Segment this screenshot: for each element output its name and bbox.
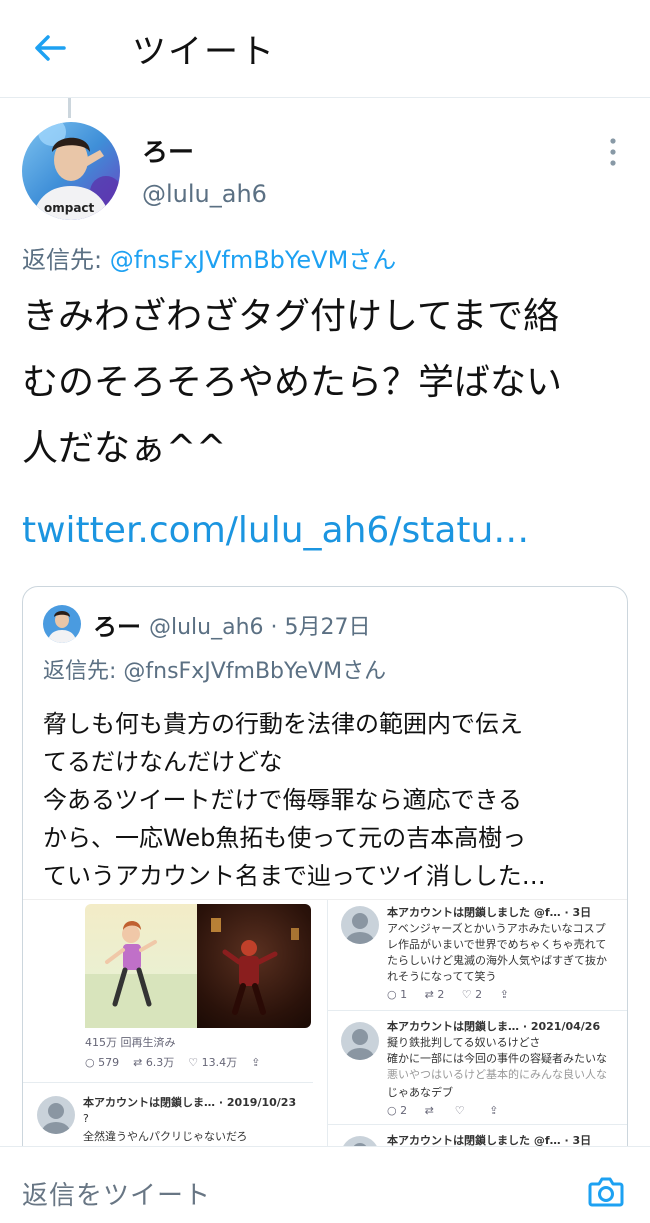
retweet-icon: ⇄ (410, 988, 438, 1001)
reply-bar: 返信をツイート (0, 1146, 650, 1223)
screenshot-tweet-text: 悪いやつはいるけど基本的にみんな良い人な (387, 1068, 607, 1081)
tweet-body-line: きみわざわざタグ付けしてまで絡 (22, 296, 560, 337)
back-arrow-icon[interactable] (30, 28, 70, 68)
avatar[interactable]: ompact (22, 122, 120, 220)
quoted-display-name: ろー (93, 613, 141, 641)
anime-dance-thumbnail (85, 904, 197, 1028)
reply-context: 返信先: @fnsFxJVfmBbYeVMさん (22, 240, 396, 275)
share-icon: ⇪ (468, 1104, 499, 1117)
screenshot-tweet-header: 本アカウントは閉鎖しま… · 2019/10/23 (83, 1096, 297, 1109)
retweet-icon: ⇄ (122, 1056, 146, 1069)
divider (327, 900, 328, 1165)
screenshot-tweet-header: 本アカウントは閉鎖しま… · 2021/04/26 (387, 1020, 601, 1033)
avatar-shirt-text: ompact (44, 201, 95, 215)
quoted-body-line: 脅しも何も貴方の行動を法律の範囲内で伝え (43, 710, 523, 738)
quoted-body: 脅しも何も貴方の行動を法律の範囲内で伝え てるだけなんだけどな 今あるツイートだ… (43, 705, 613, 895)
tweet-body: きみわざわざタグ付けしてまで絡 むのそろそろやめたら？学ばない 人だなぁ^^ (22, 284, 632, 482)
reply-icon: ○ (85, 1056, 99, 1069)
screenshot-tweet-stats: ○ 2 ⇄ ♡ ⇪ (387, 1104, 499, 1117)
screenshot-tweet-text: じゃあなデブ (387, 1086, 453, 1099)
attached-screenshot-image[interactable]: 415万 回再生済み ○ 579 ⇄ 6.3万 ♡ 13.4万 ⇪ 本アカウント… (23, 899, 627, 1165)
reply-label: 返信先: (22, 246, 110, 274)
quoted-handle-date: @lulu_ah6 · 5月27日 (149, 615, 371, 640)
quoted-body-line: てるだけなんだけどな (43, 748, 283, 776)
thread-connector-line (68, 98, 71, 118)
retweet-icon: ⇄ (410, 1104, 434, 1117)
reply-mention-link[interactable]: @fnsFxJVfmBbYeVM (110, 246, 349, 274)
top-bar: ツイート (0, 0, 650, 98)
screenshot-tweet-text: 擬り鉄批判してる奴いるけどさ (387, 1036, 541, 1049)
like-icon: ♡ (177, 1056, 202, 1069)
quoted-body-line: から、一応Web魚拓も使って元の吉本高樹っ (43, 824, 527, 852)
camera-icon[interactable] (586, 1171, 626, 1211)
share-icon: ⇪ (240, 1056, 261, 1069)
reply-icon: ○ (387, 1104, 401, 1117)
display-name[interactable]: ろー (142, 132, 194, 169)
reply-mention-suffix[interactable]: さん (348, 246, 396, 274)
screenshot-tweet-text: レ作品がいまいで世界でめちゃくちゃ売れて (387, 938, 607, 951)
screenshot-tweet-text: 確かに一部には今回の事件の容疑者みたいな (387, 1052, 607, 1065)
share-icon: ⇪ (485, 988, 509, 1001)
divider (327, 1124, 627, 1125)
reply-icon: ○ (387, 988, 401, 1001)
like-icon: ♡ (447, 988, 476, 1001)
more-options-icon[interactable] (598, 136, 628, 168)
video-view-count: 415万 回再生済み (85, 1036, 176, 1049)
screenshot-tweet-header: 本アカウントは閉鎖しました @f… · 3日 (387, 906, 592, 919)
screenshot-tweet-text: ? (83, 1112, 89, 1125)
quoted-tweet-card[interactable]: ろー @lulu_ah6 · 5月27日 返信先: @fnsFxJVfmBbYe… (22, 586, 628, 1166)
placeholder-avatar (37, 1096, 75, 1134)
screenshot-tweet-text: れそうになってて笑う (387, 970, 497, 983)
tweet-link[interactable]: twitter.com/lulu_ah6/statu… (22, 510, 529, 551)
screenshot-tweet-stats: ○ 1 ⇄ 2 ♡ 2 ⇪ (387, 988, 509, 1001)
tweet-body-line: 人だなぁ^^ (22, 428, 227, 469)
divider (327, 1010, 627, 1011)
quoted-body-line: ていうアカウント名まで辿ってツイ消しした… (43, 862, 546, 890)
screenshot-tweet-text: たらしいけど鬼滅の海外人気やばすぎて抜か (387, 954, 607, 967)
screenshot-tweet-text: 全然違うやんパクリじゃないだろ (83, 1130, 248, 1143)
page-title: ツイート (132, 32, 276, 72)
divider (23, 1082, 313, 1083)
quoted-reply-context: 返信先: @fnsFxJVfmBbYeVMさん (43, 659, 387, 684)
quoted-avatar (43, 605, 81, 643)
live-dance-thumbnail (197, 904, 311, 1028)
placeholder-avatar (341, 1022, 379, 1060)
like-icon: ♡ (437, 1104, 465, 1117)
quoted-body-line: 今あるツイートだけで侮辱罪なら適応できる (43, 786, 523, 814)
reply-input[interactable]: 返信をツイート (22, 1175, 211, 1212)
tweet-body-line: むのそろそろやめたら？学ばない (22, 362, 563, 403)
placeholder-avatar (341, 906, 379, 944)
screenshot-tweet-text: アベンジャーズとかいうアホみたいなコスプ (387, 922, 606, 935)
user-handle[interactable]: @lulu_ah6 (142, 180, 267, 208)
video-stats-row: ○ 579 ⇄ 6.3万 ♡ 13.4万 ⇪ (85, 1056, 261, 1069)
